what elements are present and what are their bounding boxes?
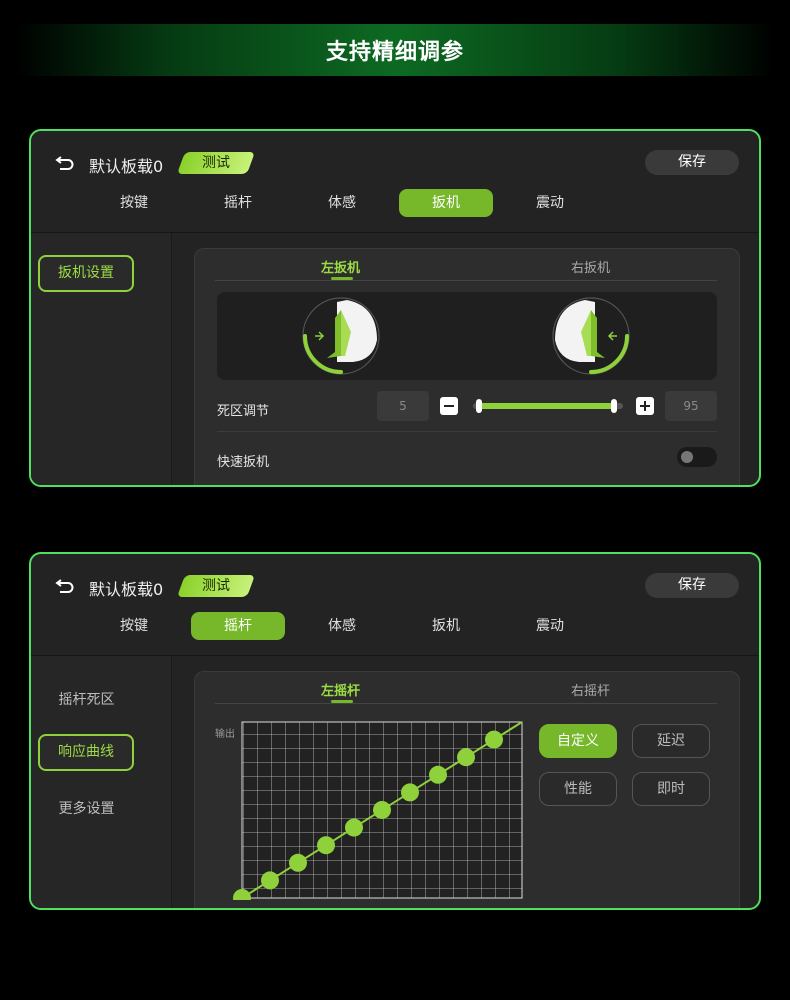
curve-control-point[interactable] [289, 853, 307, 872]
sub-tab-left-stick[interactable]: 左摇杆 [321, 680, 360, 699]
tab-joystick[interactable]: 摇杆 [191, 612, 285, 640]
tab-trigger[interactable]: 扳机 [399, 612, 493, 640]
curve-control-point[interactable] [401, 783, 419, 802]
sidebar-item-joystick-deadzone[interactable]: 摇杆死区 [31, 682, 142, 719]
curve-control-point[interactable] [373, 801, 391, 819]
row-divider [217, 431, 717, 432]
deadzone-minus-button[interactable] [440, 397, 458, 415]
test-button[interactable]: 测试 [176, 575, 256, 597]
test-label: 测试 [202, 155, 230, 171]
tab-buttons[interactable]: 按键 [87, 612, 181, 640]
mode-custom-button[interactable]: 自定义 [539, 724, 617, 758]
back-icon[interactable] [55, 155, 75, 171]
toggle-knob [681, 451, 693, 463]
deadzone-plus-button[interactable] [636, 397, 654, 415]
deadzone-slider-fill [479, 403, 614, 409]
quick-trigger-toggle[interactable] [677, 447, 717, 467]
trigger-panel: 左扳机 右扳机 死区调节 5 95 快速扳机 [194, 248, 740, 485]
deadzone-max-input[interactable]: 95 [665, 391, 717, 421]
sub-tab-right-trigger[interactable]: 右扳机 [571, 257, 610, 276]
tab-trigger[interactable]: 扳机 [399, 189, 493, 217]
deadzone-label: 死区调节 [217, 404, 270, 419]
response-curve-graph[interactable] [215, 720, 535, 900]
right-trigger-icon [552, 297, 630, 375]
curve-control-point[interactable] [429, 765, 447, 784]
tab-joystick[interactable]: 摇杆 [191, 189, 285, 217]
curve-control-point[interactable] [457, 748, 475, 767]
test-button[interactable]: 测试 [176, 152, 256, 174]
mode-instant-button[interactable]: 即时 [632, 772, 710, 806]
tab-motion[interactable]: 体感 [295, 612, 389, 640]
sidebar-item-response-curve[interactable]: 响应曲线 [38, 734, 134, 771]
sidebar: 摇杆死区 响应曲线 更多设置 [31, 656, 172, 908]
profile-name[interactable]: 默认板载0 [89, 153, 163, 177]
tab-motion[interactable]: 体感 [295, 189, 389, 217]
sidebar-item-trigger-settings[interactable]: 扳机设置 [38, 255, 134, 292]
curve-control-point[interactable] [317, 836, 335, 855]
sidebar: 扳机设置 [31, 233, 172, 485]
trigger-settings-card: 默认板载0 测试 保存 按键 摇杆 体感 扳机 震动 扳机设置 左扳机 右扳机 [29, 129, 761, 487]
sub-tab-left-trigger[interactable]: 左扳机 [321, 257, 360, 276]
curve-control-point[interactable] [485, 730, 503, 749]
curve-control-point[interactable] [345, 818, 363, 837]
sub-tab-right-stick[interactable]: 右摇杆 [571, 680, 610, 699]
sub-tab-underline [215, 280, 717, 281]
tab-buttons[interactable]: 按键 [87, 189, 181, 217]
sidebar-item-more-settings[interactable]: 更多设置 [31, 791, 142, 828]
save-button[interactable]: 保存 [645, 150, 739, 175]
deadzone-min-input[interactable]: 5 [377, 391, 429, 421]
response-curve-card: 默认板载0 测试 保存 按键 摇杆 体感 扳机 震动 摇杆死区 响应曲线 更多设… [29, 552, 761, 910]
left-trigger-icon [302, 297, 380, 375]
sub-tab-underline [215, 703, 717, 704]
back-icon[interactable] [55, 578, 75, 594]
tab-vibration[interactable]: 震动 [503, 189, 597, 217]
test-label: 测试 [202, 578, 230, 594]
mode-performance-button[interactable]: 性能 [539, 772, 617, 806]
profile-name[interactable]: 默认板载0 [89, 576, 163, 600]
save-button[interactable]: 保存 [645, 573, 739, 598]
mode-delay-button[interactable]: 延迟 [632, 724, 710, 758]
tab-vibration[interactable]: 震动 [503, 612, 597, 640]
quick-trigger-label: 快速扳机 [217, 455, 270, 470]
trigger-visual-area [217, 292, 717, 380]
deadzone-min-handle[interactable] [476, 399, 482, 413]
banner-title: 支持精细调参 [325, 40, 464, 65]
banner: 支持精细调参 [15, 24, 775, 76]
curve-panel: 左摇杆 右摇杆 输出 自定义 延迟 性能 即时 [194, 671, 740, 908]
curve-control-point[interactable] [261, 871, 279, 890]
deadzone-max-handle[interactable] [611, 399, 617, 413]
